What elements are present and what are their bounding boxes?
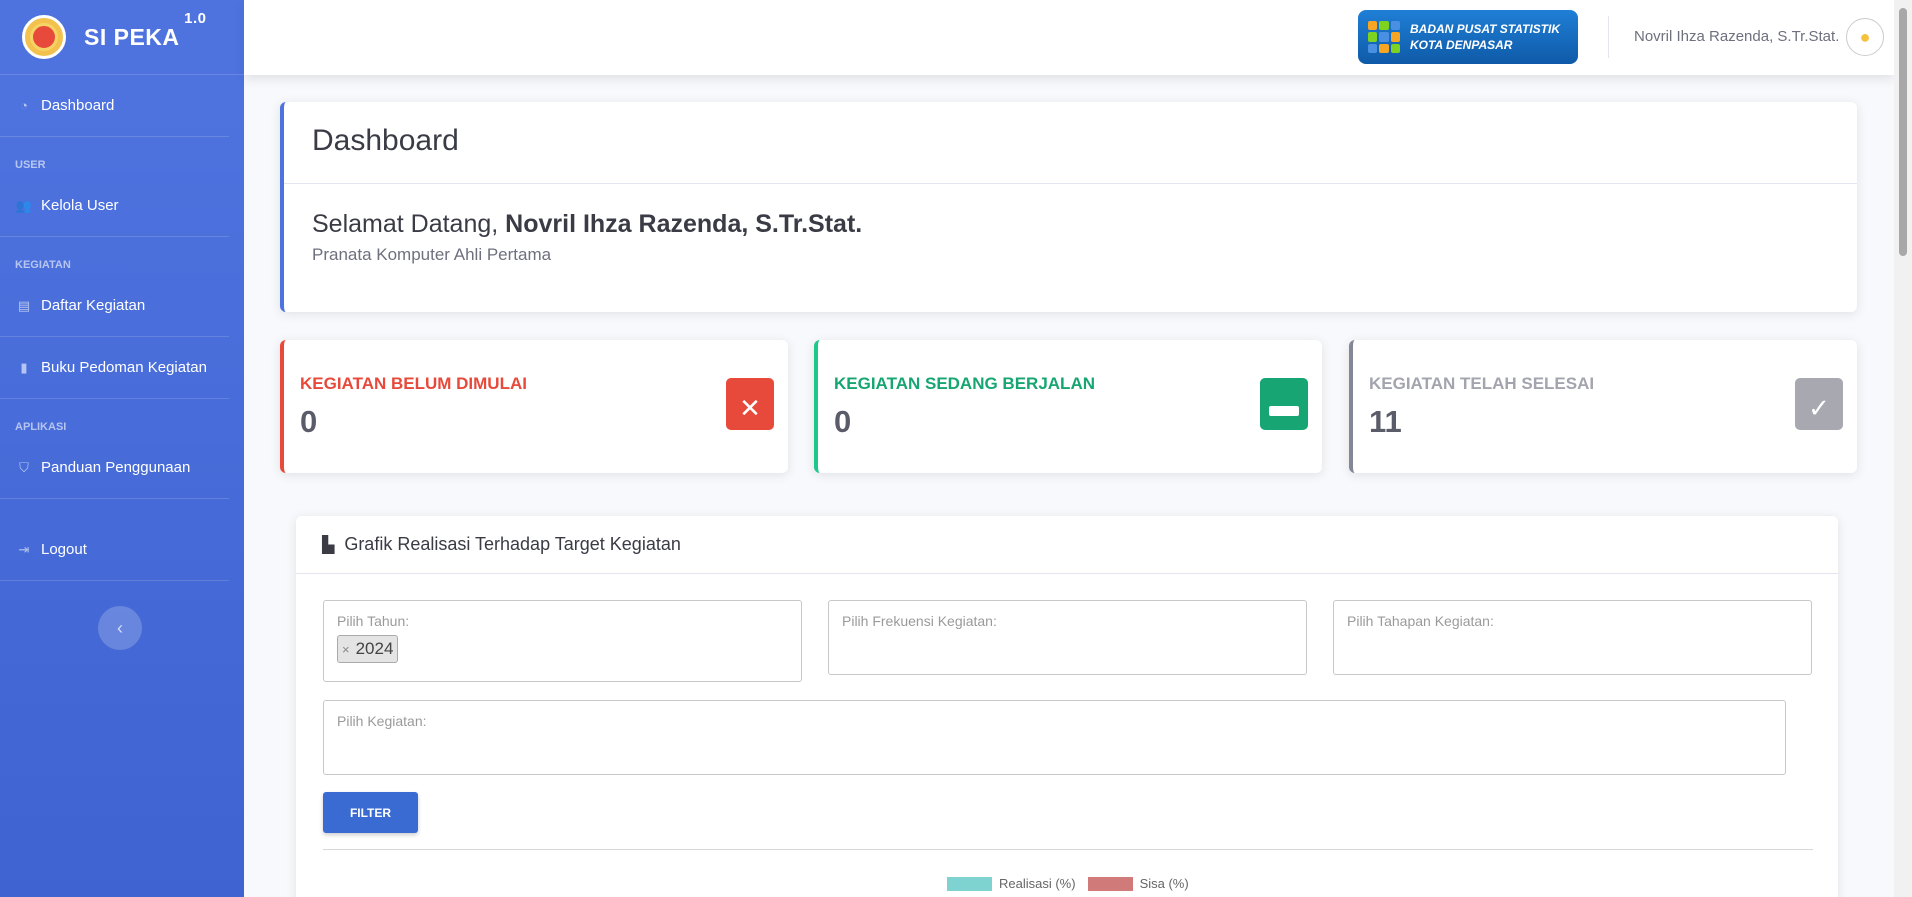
stat-title: KEGIATAN BELUM DIMULAI	[300, 374, 527, 393]
sidebar-item-daftar-kegiatan[interactable]: ▤ Daftar Kegiatan	[0, 275, 229, 337]
chart-card-header: ▙ Grafik Realisasi Terhadap Target Kegia…	[296, 516, 1838, 574]
stat-value: 0	[300, 404, 318, 439]
sidebar-item-label: Buku Pedoman Kegiatan	[41, 359, 207, 376]
frekuensi-select[interactable]: Pilih Frekuensi Kegiatan:	[828, 600, 1307, 675]
tahapan-label: Pilih Tahapan Kegiatan:	[1347, 613, 1494, 629]
brand-name: SI PEKA 1.0	[84, 9, 207, 50]
sidebar: SI PEKA 1.0 ◔ Dashboard USER 👥 Kelola Use…	[0, 0, 244, 897]
bps-badge: BADAN PUSAT STATISTIK KOTA DENPASAR	[1358, 10, 1578, 64]
stat-card-sedang-berjalan: KEGIATAN SEDANG BERJALAN 0	[814, 340, 1322, 473]
tahun-tag-value: 2024	[355, 639, 394, 658]
tahapan-select[interactable]: Pilih Tahapan Kegiatan:	[1333, 600, 1812, 675]
sidebar-item-label: Daftar Kegiatan	[41, 297, 146, 314]
topbar: BADAN PUSAT STATISTIK KOTA DENPASAR Novr…	[244, 0, 1894, 75]
tachometer-icon: ◔	[20, 98, 28, 113]
filter-button[interactable]: FILTER	[323, 792, 418, 833]
sidebar-item-kelola-user[interactable]: 👥 Kelola User	[0, 175, 229, 237]
brand-version: 1.0	[184, 9, 207, 27]
sidebar-toggle-button[interactable]: ‹	[98, 606, 142, 650]
tahun-select[interactable]: Pilih Tahun: × 2024	[323, 600, 802, 682]
bps-logo-icon	[1368, 21, 1400, 53]
sidebar-item-dashboard[interactable]: ◔ Dashboard	[0, 75, 229, 137]
stat-title: KEGIATAN SEDANG BERJALAN	[834, 374, 1095, 393]
stat-card-belum-dimulai: KEGIATAN BELUM DIMULAI 0 ✕	[280, 340, 788, 473]
calendar-minus-icon	[1260, 378, 1308, 430]
sidebar-item-logout[interactable]: ⇥ Logout	[0, 519, 229, 581]
bps-title: BADAN PUSAT STATISTIK	[1410, 22, 1560, 36]
legend-item-sisa[interactable]: Sisa (%)	[1087, 876, 1189, 891]
legend-label-sisa: Sisa (%)	[1139, 876, 1189, 891]
users-icon: 👥	[15, 197, 33, 213]
list-icon: ▤	[17, 297, 31, 313]
welcome-role: Pranata Komputer Ahli Pertama	[312, 245, 552, 264]
tahun-tag: × 2024	[337, 635, 399, 663]
sidebar-item-label: Kelola User	[41, 197, 119, 214]
stat-title: KEGIATAN TELAH SELESAI	[1369, 374, 1595, 393]
guide-icon: ⛉	[19, 459, 29, 475]
sidebar-item-label: Panduan Penggunaan	[41, 459, 191, 476]
page-scrollbar[interactable]	[1894, 0, 1912, 897]
chart-legend: Realisasi (%) Sisa (%)	[947, 876, 1201, 891]
sidebar-item-label: Logout	[41, 541, 87, 558]
chart-bar-icon: ▙	[322, 536, 335, 554]
sidebar-heading-aplikasi: APLIKASI	[15, 421, 67, 433]
legend-item-realisasi[interactable]: Realisasi (%)	[947, 876, 1076, 891]
user-icon: ●	[1859, 26, 1871, 47]
sidebar-item-panduan[interactable]: ⛉ Panduan Penggunaan	[0, 437, 229, 499]
brand-logo-icon	[22, 15, 66, 59]
frekuensi-label: Pilih Frekuensi Kegiatan:	[842, 613, 997, 629]
stat-value: 0	[834, 404, 852, 439]
kegiatan-label: Pilih Kegiatan:	[337, 713, 427, 729]
welcome-greeting: Selamat Datang, Novril Ihza Razenda, S.T…	[312, 210, 863, 238]
tahun-label: Pilih Tahun:	[337, 613, 410, 629]
calendar-x-icon: ✕	[726, 378, 774, 430]
kegiatan-select[interactable]: Pilih Kegiatan:	[323, 700, 1786, 775]
book-icon: ▮	[20, 359, 28, 375]
sidebar-item-label: Dashboard	[41, 97, 115, 114]
user-name[interactable]: Novril Ihza Razenda, S.Tr.Stat.	[1634, 28, 1839, 45]
chart-card-title: Grafik Realisasi Terhadap Target Kegiata…	[344, 534, 681, 554]
divider	[323, 849, 1813, 850]
welcome-card: Dashboard Selamat Datang, Novril Ihza Ra…	[280, 102, 1857, 312]
sidebar-item-buku-pedoman[interactable]: ▮ Buku Pedoman Kegiatan	[0, 337, 229, 399]
sidebar-heading-kegiatan: KEGIATAN	[15, 259, 71, 271]
legend-swatch-realisasi	[947, 876, 992, 891]
sign-out-icon: ⇥	[18, 541, 30, 557]
avatar[interactable]: ●	[1846, 18, 1884, 56]
legend-label-realisasi: Realisasi (%)	[999, 876, 1076, 891]
chevron-left-icon: ‹	[117, 617, 123, 638]
brand[interactable]: SI PEKA 1.0	[0, 0, 244, 75]
scroll-thumb[interactable]	[1899, 8, 1907, 256]
welcome-name: Novril Ihza Razenda, S.Tr.Stat.	[505, 210, 863, 238]
page-title: Dashboard	[284, 102, 1857, 184]
bps-subtitle: KOTA DENPASAR	[1410, 38, 1513, 52]
calendar-check-icon: ✓	[1795, 378, 1843, 430]
stat-card-telah-selesai: KEGIATAN TELAH SELESAI 11 ✓	[1349, 340, 1857, 473]
topbar-divider	[1608, 16, 1609, 58]
remove-tag-icon[interactable]: ×	[342, 642, 350, 657]
legend-swatch-sisa	[1087, 876, 1133, 891]
stat-value: 11	[1369, 404, 1402, 439]
sidebar-heading-user: USER	[15, 159, 46, 171]
